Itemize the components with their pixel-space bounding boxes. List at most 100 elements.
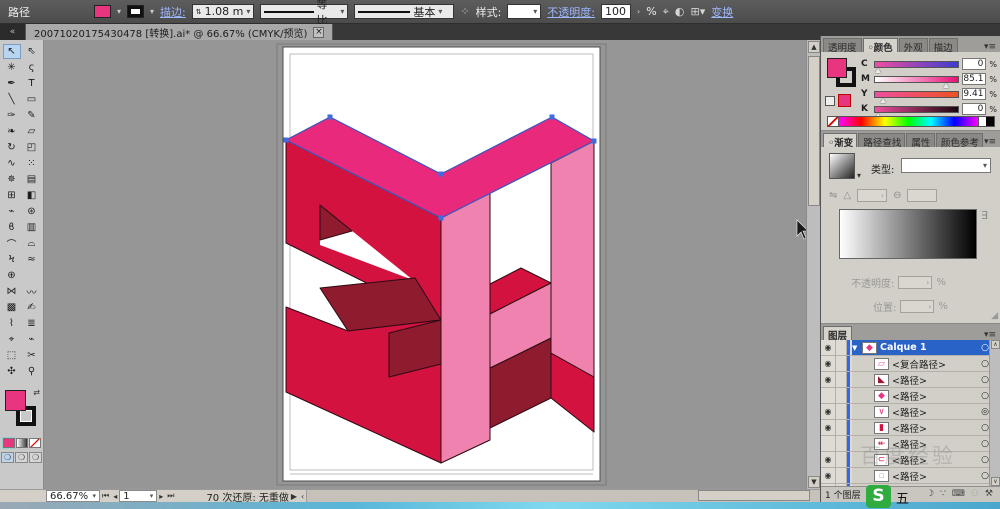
none-mode-button[interactable]: [29, 438, 41, 448]
layer-thumbnail[interactable]: ∨: [874, 406, 889, 418]
layer-thumbnail[interactable]: ▱: [874, 358, 889, 370]
tool-15-a[interactable]: ⋈: [3, 284, 21, 299]
visibility-eye-icon[interactable]: ◉: [821, 340, 836, 355]
reverse-gradient-icon[interactable]: ⇋: [829, 190, 837, 201]
tab-layers[interactable]: 图层: [823, 326, 852, 340]
layers-scrollbar[interactable]: ∧ ∨: [989, 340, 1000, 486]
layer-thumbnail[interactable]: ▮: [874, 422, 889, 434]
angle-input[interactable]: ›: [857, 189, 887, 202]
black-swatch[interactable]: [986, 117, 994, 126]
tool-17-a[interactable]: ⌇: [3, 316, 21, 331]
white-swatch[interactable]: [978, 117, 986, 126]
none-swatch[interactable]: [828, 117, 839, 126]
tool-7-a[interactable]: ∿: [3, 156, 21, 171]
aspect-input[interactable]: [907, 189, 937, 202]
draw-behind-button[interactable]: ❍: [15, 452, 28, 463]
document-tab[interactable]: 20071020175430478 [转换].ai* @ 66.67% (CMY…: [26, 24, 333, 40]
next-artboard-icon[interactable]: ▸: [157, 492, 165, 501]
draw-normal-button[interactable]: ❍: [1, 452, 14, 463]
draw-inside-button[interactable]: ❍: [29, 452, 42, 463]
layers-footer-icon-1[interactable]: ∵: [940, 489, 946, 499]
layer-thumbnail[interactable]: ◣: [874, 374, 889, 386]
scroll-up-icon[interactable]: ∧: [991, 340, 1000, 349]
tool-8-b[interactable]: ▤: [23, 172, 41, 187]
tool-7-b[interactable]: ⁙: [23, 156, 41, 171]
tool-4-a[interactable]: ✑: [3, 108, 21, 123]
stroke-width-stepper[interactable]: ⇅ 1.08 m ▾: [192, 4, 255, 19]
visibility-eye-icon[interactable]: ◉: [821, 452, 836, 467]
layer-row-4[interactable]: ◉∨<路径>◎: [821, 404, 1000, 420]
tool-20-a[interactable]: ✣: [3, 364, 21, 379]
layer-row-8[interactable]: ◉▫<路径>○: [821, 468, 1000, 484]
scroll-up-icon[interactable]: ▲: [808, 41, 820, 53]
chevron-down-icon[interactable]: ▾: [340, 7, 344, 16]
close-icon[interactable]: ×: [313, 27, 324, 38]
tab-颜色[interactable]: ◦颜色: [863, 38, 898, 52]
layer-thumbnail[interactable]: ◆: [862, 342, 877, 354]
layers-footer-icon-2[interactable]: ⌨: [952, 489, 965, 499]
tool-4-b[interactable]: ✎: [23, 108, 41, 123]
visibility-eye-icon[interactable]: ◉: [821, 372, 836, 387]
horizontal-scrollbar[interactable]: [306, 490, 820, 502]
layer-name[interactable]: <路径>: [892, 405, 979, 419]
layer-name[interactable]: <路径>: [892, 389, 979, 403]
panel-menu-icon[interactable]: ▾≡: [984, 42, 998, 52]
tool-8-a[interactable]: ✵: [3, 172, 21, 187]
lock-toggle[interactable]: [836, 388, 847, 403]
gradient-annotator-icon[interactable]: ∃: [981, 209, 988, 222]
opacity-link[interactable]: 不透明度:: [547, 4, 595, 20]
tab-路径查找[interactable]: 路径查找: [858, 133, 905, 147]
layer-row-1[interactable]: ◉▱<复合路径>○: [821, 356, 1000, 372]
layer-row-2[interactable]: ◉◣<路径>○: [821, 372, 1000, 388]
lock-toggle[interactable]: [836, 404, 847, 419]
channel-slider[interactable]: [874, 61, 959, 68]
layer-name[interactable]: <路径>: [892, 469, 979, 483]
tab-透明度[interactable]: 透明度: [823, 38, 862, 52]
visibility-eye-icon[interactable]: ◉: [821, 420, 836, 435]
style-select[interactable]: ▾: [507, 4, 541, 19]
visibility-eye-icon[interactable]: [821, 436, 836, 451]
tab-属性[interactable]: 属性: [906, 133, 935, 147]
layer-row-5[interactable]: ◉▮<路径>○: [821, 420, 1000, 436]
tool-2-a[interactable]: ✒: [3, 76, 21, 91]
fill-indicator[interactable]: [5, 390, 26, 411]
tool-1-b[interactable]: ς: [23, 60, 41, 75]
align-grid-icon[interactable]: ⊞▾: [690, 5, 705, 18]
channel-value[interactable]: 0: [962, 58, 986, 70]
tool-19-b[interactable]: ✂: [23, 348, 41, 363]
tool-10-a[interactable]: ⌁: [3, 204, 21, 219]
tool-18-b[interactable]: ⌁: [23, 332, 41, 347]
zoom-select[interactable]: 66.67% ▾: [46, 490, 100, 502]
chevron-down-icon[interactable]: ▾: [246, 7, 250, 16]
tool-18-a[interactable]: ⌖: [3, 332, 21, 347]
tool-0-a[interactable]: ↖: [3, 44, 21, 59]
panel-fill-swatch[interactable]: [827, 58, 847, 78]
brush-select[interactable]: 基本 ▾: [354, 4, 454, 19]
channel-value[interactable]: 0: [962, 103, 986, 115]
tool-17-b[interactable]: ≣: [23, 316, 41, 331]
letterA-right-column[interactable]: [551, 141, 594, 377]
chevron-down-icon[interactable]: ▾: [92, 492, 96, 500]
color-mode-button[interactable]: [3, 438, 15, 448]
layer-name[interactable]: <路径>: [892, 437, 979, 451]
tool-10-b[interactable]: ⊛: [23, 204, 41, 219]
tool-16-a[interactable]: ▩: [3, 300, 21, 315]
stepper-icon[interactable]: ⇅: [196, 8, 202, 16]
tool-19-a[interactable]: ⬚: [3, 348, 21, 363]
panel-resize-grip[interactable]: ◢: [991, 311, 998, 321]
lock-toggle[interactable]: [836, 340, 847, 355]
tool-9-b[interactable]: ◧: [23, 188, 41, 203]
opacity-input[interactable]: 100: [601, 4, 631, 19]
channel-value[interactable]: 85.1: [962, 73, 986, 85]
tool-2-b[interactable]: T: [23, 76, 41, 91]
gradient-swatch-menu-icon[interactable]: ▾: [857, 171, 861, 180]
visibility-eye-icon[interactable]: ◉: [821, 468, 836, 483]
expand-triangle-icon[interactable]: ▼: [852, 344, 862, 352]
tool-0-b[interactable]: ⇖: [23, 44, 41, 59]
stroke-color-swatch[interactable]: [127, 5, 144, 18]
tool-15-b[interactable]: 〰: [23, 284, 41, 299]
lock-toggle[interactable]: [836, 420, 847, 435]
panel-menu-icon[interactable]: ▾≡: [984, 330, 998, 340]
color-spectrum-bar[interactable]: [827, 116, 995, 127]
layers-footer-icon-4[interactable]: ⚒: [985, 489, 993, 499]
